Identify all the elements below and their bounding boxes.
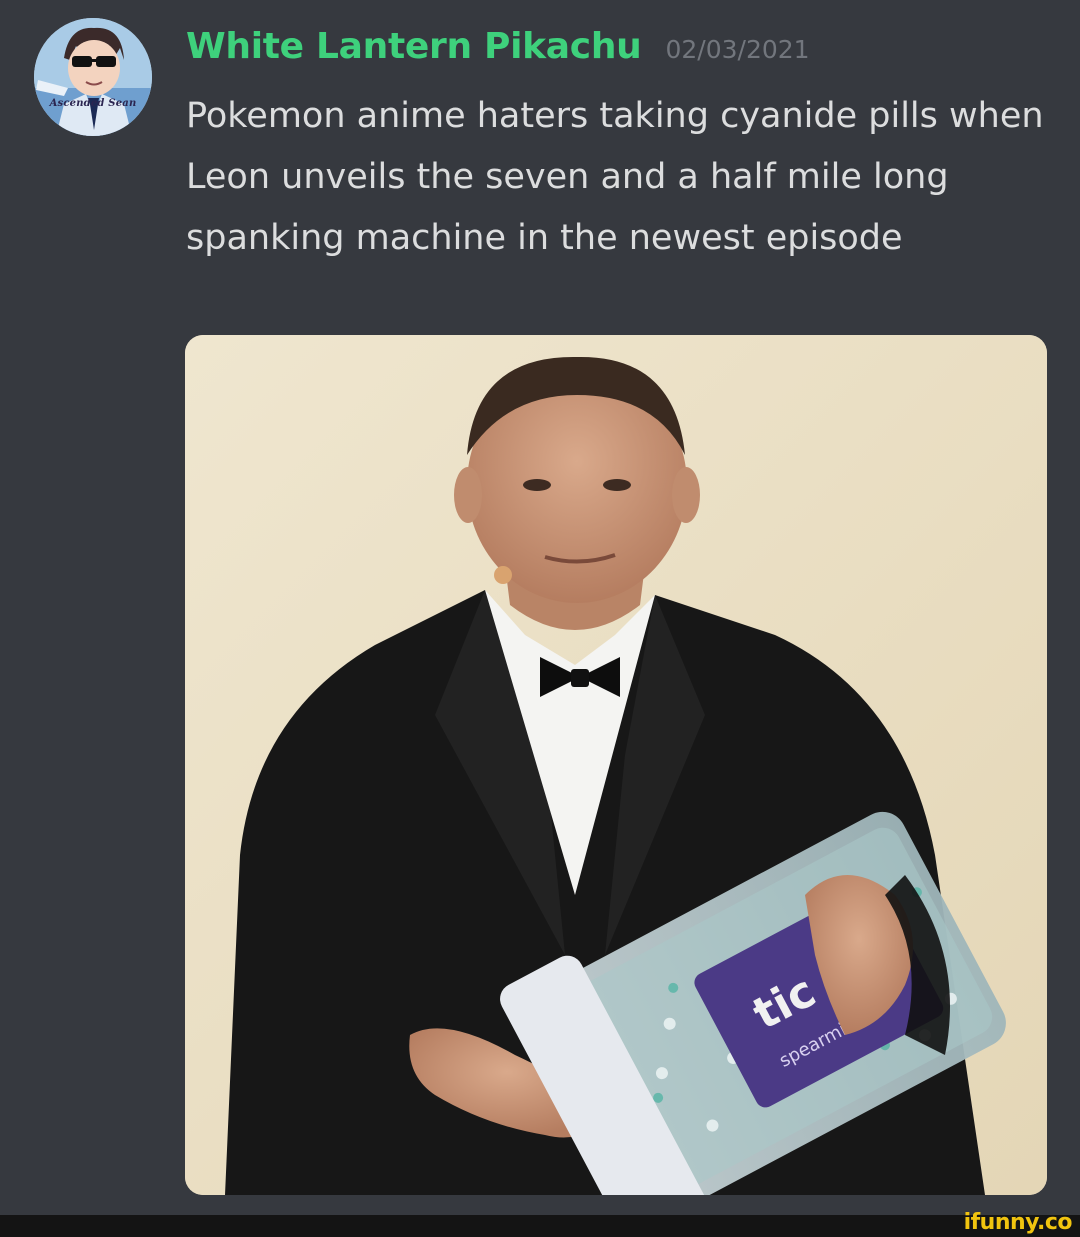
attachment-photo: tic tac spearmint	[185, 335, 1047, 1195]
timestamp: 02/03/2021	[665, 35, 810, 64]
username[interactable]: White Lantern Pikachu	[186, 26, 642, 67]
avatar-label: Ascended Sean	[49, 98, 137, 109]
chat-message: Ascended Sean White Lantern Pikachu 02/0…	[0, 0, 1080, 1215]
ifunny-watermark: ifunny.co	[963, 1210, 1073, 1235]
message-header: White Lantern Pikachu 02/03/2021	[186, 26, 810, 74]
message-text: Pokemon anime haters taking cyanide pill…	[186, 96, 1044, 258]
footer-bar	[0, 1215, 1080, 1237]
image-attachment[interactable]: tic tac spearmint	[185, 335, 1047, 1195]
user-avatar[interactable]: Ascended Sean	[34, 18, 152, 136]
avatar-image	[34, 18, 152, 136]
